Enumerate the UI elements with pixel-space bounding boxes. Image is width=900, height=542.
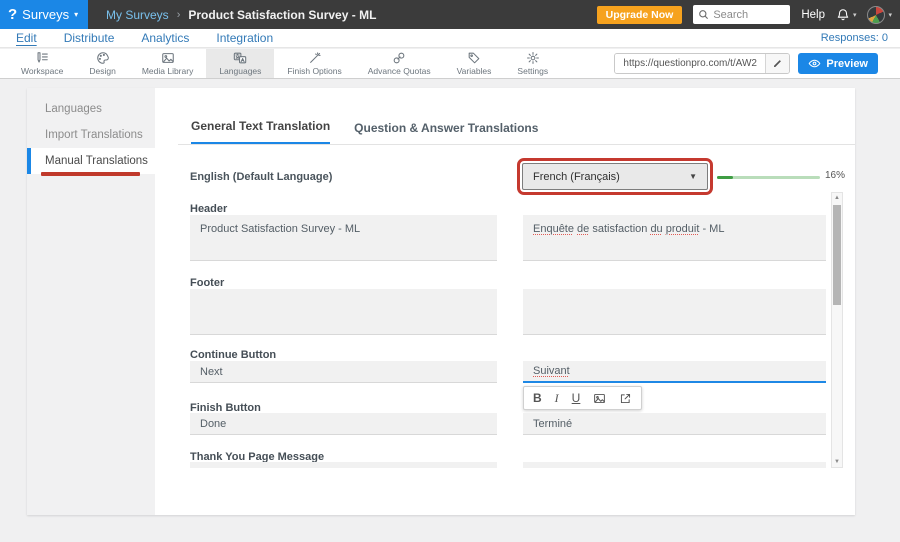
insert-image-button[interactable] [593,392,606,405]
translations-panel: Languages Import Translations Manual Tra… [27,88,855,515]
sidebar-item-languages[interactable]: Languages [27,96,155,122]
chevron-down-icon: ▾ [853,11,857,19]
translation-header-field[interactable]: Enquête de satisfaction du produit - ML [523,215,826,261]
menu-item-distribute[interactable]: Distribute [64,31,115,45]
translation-progress-bar [717,176,820,179]
source-footer-field[interactable] [190,289,497,335]
languages-translate-icon [233,51,247,65]
vertical-scrollbar[interactable]: ▲ ▼ [831,192,843,468]
finish-wand-icon [308,51,322,65]
account-menu[interactable]: ▾ [867,6,892,24]
source-language-label: English (Default Language) [190,171,332,183]
tool-workspace[interactable]: Workspace [8,49,76,78]
search-input[interactable] [713,9,785,21]
italic-button[interactable]: I [555,392,559,404]
tool-design[interactable]: Design [76,49,128,78]
upgrade-now-button[interactable]: Upgrade Now [597,6,683,24]
tab-general-text-translation[interactable]: General Text Translation [191,119,330,144]
media-image-icon [161,51,175,65]
annotation-box: French (Français) ▼ [517,158,713,195]
field-label-header: Header [190,203,227,215]
translation-thank-you-field[interactable] [523,462,826,468]
quotas-chain-icon [392,51,406,65]
translation-tabs: General Text Translation Question & Answ… [178,116,855,145]
tool-finish-options[interactable]: Finish Options [274,49,354,78]
field-label-continue-button: Continue Button [190,349,276,361]
survey-url-input[interactable] [615,54,765,73]
breadcrumb: My Surveys › Product Satisfaction Survey… [106,8,376,22]
product-switcher[interactable]: ? Surveys ▾ [0,0,88,29]
source-continue-field[interactable]: Next [190,361,497,383]
design-palette-icon [96,51,110,65]
search-icon [698,9,709,20]
source-header-field[interactable]: Product Satisfaction Survey - ML [190,215,497,261]
notifications-menu[interactable]: ▾ [836,8,857,22]
scrollbar-up-arrow-icon[interactable]: ▲ [832,195,842,201]
source-finish-field[interactable]: Done [190,413,497,435]
bold-button[interactable]: B [533,392,542,404]
share-preview-group: Preview [614,53,878,74]
responses-count[interactable]: Responses: 0 [821,32,888,44]
insert-link-button[interactable] [619,392,632,405]
avatar [867,6,885,24]
breadcrumb-survey-title: Product Satisfaction Survey - ML [188,8,376,22]
tool-variables[interactable]: Variables [444,49,505,78]
eye-icon [808,57,821,70]
survey-url-box [614,53,790,74]
underline-button[interactable]: U [572,392,581,404]
sidebar-item-manual-translations[interactable]: Manual Translations [27,148,155,174]
pencil-icon [772,58,783,69]
translation-continue-field[interactable]: Suivant [523,361,826,383]
translation-fields-scroll-area: Header Product Satisfaction Survey - ML … [155,192,855,468]
translations-side-nav: Languages Import Translations Manual Tra… [27,88,155,515]
product-name: Surveys [22,7,69,22]
tool-advance-quotas[interactable]: Advance Quotas [355,49,444,78]
field-label-footer: Footer [190,277,224,289]
chevron-down-icon: ▾ [74,11,78,19]
topbar-actions: Upgrade Now Help ▾ ▾ [597,0,892,29]
target-language-dropdown[interactable]: French (Français) ▼ [522,163,708,190]
preview-button[interactable]: Preview [798,53,878,74]
chevron-down-icon: ▾ [888,11,892,19]
tool-settings[interactable]: Settings [504,49,561,78]
questionpro-logo-icon: ? [8,7,17,22]
scrollbar-thumb[interactable] [833,205,841,305]
top-navigation-bar: ? Surveys ▾ My Surveys › Product Satisfa… [0,0,900,29]
source-thank-you-field[interactable] [190,462,497,468]
menu-item-analytics[interactable]: Analytics [141,31,189,45]
edit-url-button[interactable] [765,54,789,73]
chevron-down-icon: ▼ [689,172,697,181]
text-format-toolbar: B I U [523,386,642,410]
tool-languages[interactable]: Languages [206,49,274,78]
tool-media-library[interactable]: Media Library [129,49,207,78]
translation-footer-field[interactable] [523,289,826,335]
annotation-underline [41,172,140,176]
edit-toolbar: Workspace Design Media Library Languages… [0,49,900,79]
translation-finish-field[interactable]: Terminé [523,413,826,435]
translation-progress-label: 16% [825,170,845,181]
survey-menu-bar: Edit Distribute Analytics Integration Re… [0,29,900,48]
menu-item-integration[interactable]: Integration [216,31,273,45]
scrollbar-down-arrow-icon[interactable]: ▼ [832,459,842,465]
global-search[interactable] [693,5,790,24]
settings-gear-icon [526,51,540,65]
menu-item-edit[interactable]: Edit [16,31,37,45]
manual-translations-content: General Text Translation Question & Answ… [155,88,855,515]
translation-progress-fill [717,176,733,179]
breadcrumb-separator-icon: › [177,9,181,21]
breadcrumb-my-surveys[interactable]: My Surveys [106,8,169,22]
variables-tag-icon [467,51,481,65]
workspace-icon [35,51,49,65]
help-link[interactable]: Help [801,9,825,21]
bell-icon [836,8,850,22]
sidebar-item-import-translations[interactable]: Import Translations [27,122,155,148]
tab-question-answer-translations[interactable]: Question & Answer Translations [354,121,538,144]
